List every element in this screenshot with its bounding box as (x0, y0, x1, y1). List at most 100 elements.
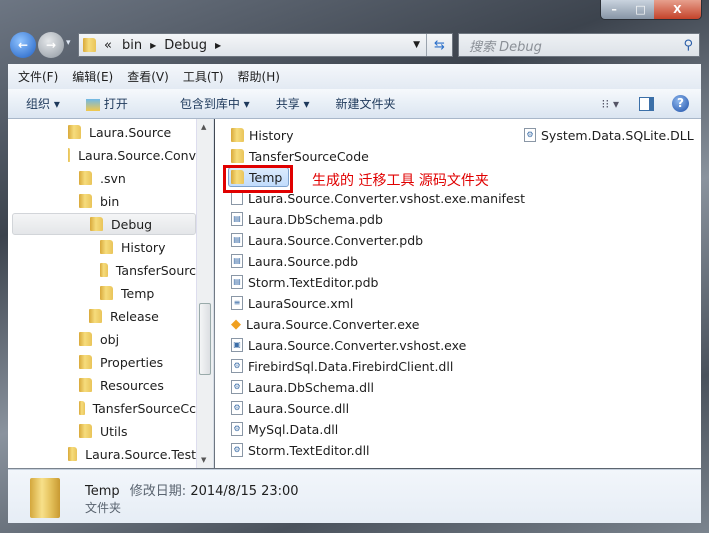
command-bar: 组织 ▾ 打开 包含到库中 ▾ 共享 ▾ 新建文件夹 ⁝⁝ ▾ ? (8, 89, 701, 119)
tree-item[interactable]: Properties (79, 351, 196, 373)
file-item[interactable]: ▤ Storm.TextEditor.pdb (231, 272, 378, 292)
tree-item[interactable]: .svn (79, 167, 196, 189)
share-button[interactable]: 共享 ▾ (276, 95, 310, 112)
tree-item-label: bin (100, 193, 120, 209)
breadcrumb-debug[interactable]: Debug (164, 38, 207, 53)
tree-item[interactable]: Resources (79, 374, 196, 396)
file-item[interactable]: ▣ Laura.Source.Converter.vshost.exe (231, 335, 466, 355)
tree-item-label: History (121, 239, 166, 255)
file-item[interactable]: ⚙ MySql.Data.dll (231, 419, 338, 439)
file-item[interactable]: ⚙ FirebirdSql.Data.FirebirdClient.dll (231, 356, 453, 376)
file-name: Laura.DbSchema.pdb (248, 211, 383, 227)
tree-item[interactable]: History (100, 236, 196, 258)
back-button[interactable]: ← (10, 32, 36, 58)
file-item[interactable]: ≡ LauraSource.xml (231, 293, 353, 313)
scroll-down-icon[interactable]: ▼ (201, 456, 206, 464)
modified-date: 2014/8/15 23:00 (190, 484, 299, 499)
open-label: 打开 (103, 97, 128, 111)
pdb-file-icon: ▤ (231, 233, 243, 247)
maximize-button[interactable]: □ (627, 0, 654, 19)
breadcrumb-overflow[interactable]: « (104, 38, 112, 53)
file-name: Storm.TextEditor.dll (248, 442, 370, 458)
file-item[interactable]: ⚙ Storm.TextEditor.dll (231, 440, 370, 460)
chevron-right-icon[interactable]: ▶ (215, 41, 221, 50)
close-button[interactable]: X (653, 0, 701, 19)
folder-icon (68, 447, 78, 461)
tree-item[interactable]: Temp (100, 282, 196, 304)
file-item[interactable]: ▤ Laura.Source.pdb (231, 251, 358, 271)
tree-item[interactable]: Laura.Source.Conv (68, 144, 196, 166)
folder-icon (231, 149, 244, 163)
tree-item[interactable]: Utils (79, 420, 196, 442)
menu-tools[interactable]: 工具(T) (183, 68, 224, 85)
preview-pane-icon[interactable] (639, 96, 654, 111)
file-file-icon (231, 191, 243, 205)
organize-button[interactable]: 组织 ▾ (26, 95, 60, 112)
open-button[interactable]: 打开 (85, 95, 154, 112)
file-name: System.Data.SQLite.DLL (541, 127, 694, 143)
tree-item-label: Laura.Source (89, 124, 172, 140)
tree-item-label: .svn (100, 170, 126, 186)
recent-pages-dropdown[interactable]: ▾ (66, 38, 71, 48)
address-bar[interactable]: « bin ▶ Debug ▶ ▼ ⇆ (78, 33, 453, 57)
annotation-text: 生成的 迁移工具 源码文件夹 (312, 173, 489, 189)
file-item[interactable]: ▤ Laura.DbSchema.pdb (231, 209, 383, 229)
tree-item[interactable]: Laura.Source.Test (68, 443, 196, 465)
folder-icon (79, 424, 92, 438)
window-controls: – □ X (600, 0, 702, 20)
new-folder-button[interactable]: 新建文件夹 (336, 95, 396, 112)
file-item[interactable]: TansferSourceCode (231, 146, 369, 166)
details-pane: Temp 修改日期: 2014/8/15 23:00 文件夹 (8, 469, 701, 523)
address-dropdown[interactable]: ▼ (407, 40, 426, 50)
chevron-right-icon[interactable]: ▶ (150, 41, 156, 50)
tree-item-label: Utils (100, 423, 128, 439)
search-placeholder: 搜索 Debug (469, 39, 542, 55)
include-in-library-button[interactable]: 包含到库中 ▾ (180, 95, 250, 112)
file-name: MySql.Data.dll (248, 421, 339, 437)
file-item[interactable]: ⚙ Laura.DbSchema.dll (231, 377, 374, 397)
file-item[interactable]: History (231, 125, 293, 145)
tree-item-label: obj (100, 331, 120, 347)
menu-bar: 文件(F) 编辑(E) 查看(V) 工具(T) 帮助(H) (8, 64, 701, 89)
file-item[interactable]: ▤ Laura.Source.Converter.pdb (231, 230, 423, 250)
tree-item-label: Laura.Source.Test (85, 446, 196, 462)
pdb-file-icon: ▤ (231, 275, 243, 289)
file-item[interactable]: ◆ Laura.Source.Converter.exe (231, 314, 419, 334)
dll-file-icon: ⚙ (231, 422, 243, 436)
file-name: Laura.Source.dll (248, 400, 350, 416)
file-item[interactable]: ⚙ Laura.Source.dll (231, 398, 349, 418)
view-options-icon[interactable]: ⁝⁝ ▾ (602, 97, 619, 111)
breadcrumb-bin[interactable]: bin (122, 38, 142, 53)
navigation-scrollbar[interactable]: ▲ ▼ (196, 119, 213, 468)
dll-file-icon: ⚙ (231, 380, 243, 394)
scrollbar-thumb[interactable] (199, 303, 211, 375)
tree-item[interactable]: Debug (12, 213, 196, 235)
folder-icon (79, 355, 92, 369)
tree-item[interactable]: Release (89, 305, 196, 327)
refresh-icon[interactable]: ⇆ (426, 34, 452, 56)
menu-file[interactable]: 文件(F) (18, 68, 58, 85)
folder-icon (79, 401, 85, 415)
file-item[interactable]: ⚙ System.Data.SQLite.DLL (524, 125, 694, 145)
tree-item[interactable]: TansferSourceCc (79, 397, 196, 419)
folder-icon (100, 240, 113, 254)
folder-icon (79, 378, 92, 392)
tree-item[interactable]: obj (79, 328, 196, 350)
menu-edit[interactable]: 编辑(E) (72, 68, 113, 85)
tree-item[interactable]: Laura.Source (68, 121, 196, 143)
search-input[interactable]: 搜索 Debug ⚲ (458, 33, 700, 57)
selected-name: Temp (85, 484, 120, 499)
tree-item[interactable]: bin (79, 190, 196, 212)
tree-item[interactable]: TansferSourc (100, 259, 196, 281)
search-icon[interactable]: ⚲ (683, 38, 693, 53)
minimize-button[interactable]: – (601, 0, 628, 19)
menu-help[interactable]: 帮助(H) (238, 68, 280, 85)
forward-button[interactable]: → (38, 32, 64, 58)
pdb-file-icon: ▤ (231, 254, 243, 268)
app-file-icon: ▣ (231, 338, 243, 352)
menu-view[interactable]: 查看(V) (127, 68, 169, 85)
scroll-up-icon[interactable]: ▲ (201, 123, 206, 131)
help-icon[interactable]: ? (672, 95, 689, 112)
tree-item-label: Resources (100, 377, 164, 393)
modified-label: 修改日期: (129, 484, 187, 499)
